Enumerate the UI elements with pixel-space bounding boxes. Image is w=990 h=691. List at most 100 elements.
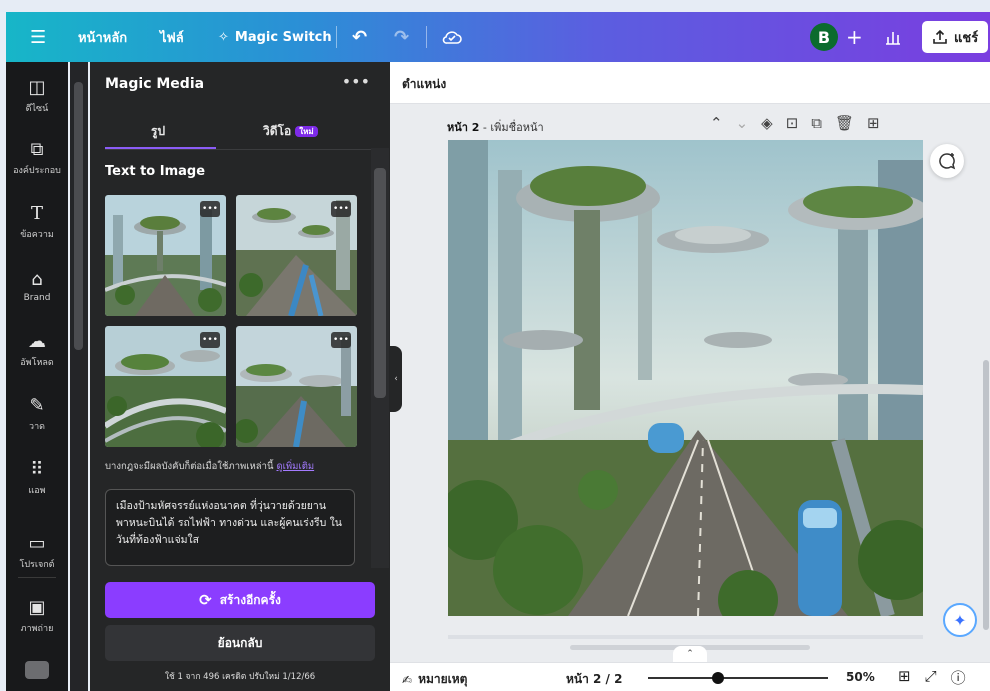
image-more-icon[interactable]: •••: [331, 332, 351, 348]
vertical-scrollbar-thumb[interactable]: [983, 360, 989, 630]
zoom-slider[interactable]: [648, 677, 828, 679]
prompt-textarea[interactable]: เมืองป้ามหัศจรรย์แห่งอนาคต ที่วุ่นวายด้ว…: [105, 489, 355, 566]
new-badge: ใหม่: [295, 126, 318, 137]
notes-label: หมายเหตุ: [418, 672, 468, 686]
generated-image-3[interactable]: •••: [105, 326, 226, 447]
left-rail: ◫ ดีไซน์ ⧉ องค์ประกอบ T ข้อความ ⌂ Brand …: [6, 62, 68, 691]
zoom-level[interactable]: 50%: [846, 670, 875, 684]
panel-title: Magic Media: [105, 76, 205, 92]
app-shortcut-icon: [25, 661, 49, 679]
photos-icon: ▣: [28, 597, 46, 618]
expand-pages-icon[interactable]: ⌃: [673, 646, 707, 662]
page-title[interactable]: หน้า 2 - เพิ่มชื่อหน้า: [447, 118, 544, 136]
brand-icon: ⌂: [31, 269, 43, 290]
next-page-preview: [448, 635, 923, 639]
editor-area: ตำแหน่ง หน้า 2 - เพิ่มชื่อหน้า ⌃ ⌄ ◈ ⊡ ⧉…: [390, 62, 990, 691]
media-tabs: รูป วิดีโอ ใหม่: [105, 114, 375, 150]
canvas-image[interactable]: [448, 140, 923, 616]
duplicate-icon[interactable]: ⧉: [811, 114, 822, 132]
upload-icon: ☁: [28, 331, 46, 352]
learn-more-link[interactable]: ดูเพิ่มเติม: [277, 461, 315, 472]
notes-button[interactable]: ✍ หมายเหตุ: [402, 670, 467, 689]
back-button[interactable]: ย้อนกลับ: [105, 625, 375, 661]
rail-item-projects[interactable]: ▭ โปรเจกต์: [6, 522, 68, 584]
apps-icon: ⠿: [30, 459, 44, 480]
divider: [426, 26, 427, 48]
help-icon[interactable]: ⓘ: [951, 667, 966, 688]
account-avatar-button[interactable]: B: [810, 12, 838, 62]
hide-icon[interactable]: ◈: [761, 114, 773, 132]
elements-icon: ⧉: [30, 139, 44, 160]
redo-icon[interactable]: ↷: [394, 12, 409, 62]
notes-icon: ✍: [402, 672, 413, 687]
design-icon: ◫: [28, 77, 46, 98]
top-bar: ☰ หน้าหลัก ไฟล์ ✧ Magic Switch ↶ ↷ B + แ…: [6, 12, 990, 62]
rail-item-elements[interactable]: ⧉ องค์ประกอบ: [6, 128, 68, 190]
draw-icon: ✎: [29, 395, 45, 416]
file-menu[interactable]: ไฟล์: [160, 12, 184, 62]
magic-switch-button[interactable]: ✧ Magic Switch: [218, 12, 332, 62]
more-options-icon[interactable]: •••: [342, 72, 370, 91]
section-title: Text to Image: [105, 164, 206, 179]
position-button[interactable]: ตำแหน่ง: [402, 75, 446, 94]
grid-view-icon[interactable]: ⊞: [898, 667, 911, 688]
add-page-icon[interactable]: ⊞: [867, 114, 880, 132]
share-upload-icon: [933, 29, 947, 44]
usage-note: บางกฎจะมีผลบังคับก็ต่อเมื่อใช้ภาพเหล่านี…: [105, 459, 314, 474]
active-tab-indicator: [105, 147, 216, 149]
usage-note-text: บางกฎจะมีผลบังคับก็ต่อเมื่อใช้ภาพเหล่านี…: [105, 461, 274, 472]
rail-item-label: วาด: [29, 422, 45, 432]
magic-switch-icon: ✧: [218, 29, 229, 45]
rail-item-design[interactable]: ◫ ดีไซน์: [6, 66, 68, 128]
share-label: แชร์: [954, 30, 979, 46]
regenerate-button[interactable]: ⟳ สร้างอีกครั้ง: [105, 582, 375, 618]
generated-image-4[interactable]: •••: [236, 326, 357, 447]
fullscreen-icon[interactable]: ⤢: [925, 667, 937, 688]
lock-icon[interactable]: ⊡: [786, 114, 799, 132]
rail-item-label: อัพโหลด: [20, 358, 54, 368]
page-toolbar: ⌃ ⌄ ◈ ⊡ ⧉ 🗑 ⊞: [710, 114, 880, 132]
rail-item-apps[interactable]: ⠿ แอพ: [6, 448, 68, 510]
share-button[interactable]: แชร์: [922, 12, 989, 62]
app-window: ☰ หน้าหลัก ไฟล์ ✧ Magic Switch ↶ ↷ B + แ…: [0, 0, 990, 691]
home-menu[interactable]: หน้าหลัก: [78, 12, 127, 62]
add-comment-icon[interactable]: [930, 144, 964, 178]
rail-item-brand[interactable]: ⌂ Brand: [6, 256, 68, 318]
desktop-background: [0, 0, 990, 12]
add-collaborator-icon[interactable]: +: [846, 12, 863, 62]
rail-item-label: Brand: [23, 293, 51, 303]
generated-image-1[interactable]: •••: [105, 195, 226, 316]
rail-item-label: ดีไซน์: [25, 104, 49, 114]
trash-icon[interactable]: 🗑: [835, 114, 854, 132]
rail-item-draw[interactable]: ✎ วาด: [6, 384, 68, 446]
tab-image[interactable]: รูป: [151, 122, 165, 141]
undo-icon[interactable]: ↶: [352, 12, 367, 62]
chevron-up-icon[interactable]: ⌃: [710, 114, 723, 132]
page-name-placeholder: - เพิ่มชื่อหน้า: [479, 121, 544, 134]
magic-assistant-icon[interactable]: ✦: [943, 603, 977, 637]
image-more-icon[interactable]: •••: [331, 201, 351, 217]
regenerate-label: สร้างอีกครั้ง: [219, 592, 281, 607]
page-indicator[interactable]: หน้า 2 / 2: [566, 670, 622, 689]
zoom-slider-handle[interactable]: [712, 672, 724, 684]
generated-image-2[interactable]: •••: [236, 195, 357, 316]
page-number: หน้า 2: [447, 121, 480, 134]
panel-scrollbar-thumb[interactable]: [374, 168, 386, 398]
rail-item-app-shortcut[interactable]: [6, 652, 68, 688]
cloud-save-icon[interactable]: [442, 12, 462, 62]
collapse-panel-icon[interactable]: ‹: [390, 346, 402, 412]
image-more-icon[interactable]: •••: [200, 332, 220, 348]
tab-video[interactable]: วิดีโอ ใหม่: [263, 122, 318, 141]
rail-item-photos[interactable]: ▣ ภาพถ่าย: [6, 586, 68, 648]
rail-scrollbar-thumb[interactable]: [74, 82, 83, 350]
chevron-down-icon[interactable]: ⌄: [736, 114, 749, 132]
rail-item-label: โปรเจกต์: [19, 560, 55, 570]
analytics-icon[interactable]: [884, 12, 902, 62]
image-more-icon[interactable]: •••: [200, 201, 220, 217]
bottom-bar: ✍ หมายเหตุ หน้า 2 / 2 50% ⊞ ⤢ ⓘ: [390, 662, 990, 691]
hamburger-icon[interactable]: ☰: [30, 12, 46, 62]
magic-media-panel: Magic Media ••• รูป วิดีโอ ใหม่ Text to I…: [90, 62, 390, 691]
view-controls: ⊞ ⤢ ⓘ: [898, 667, 966, 688]
rail-item-text[interactable]: T ข้อความ: [6, 192, 68, 254]
rail-item-upload[interactable]: ☁ อัพโหลด: [6, 320, 68, 382]
